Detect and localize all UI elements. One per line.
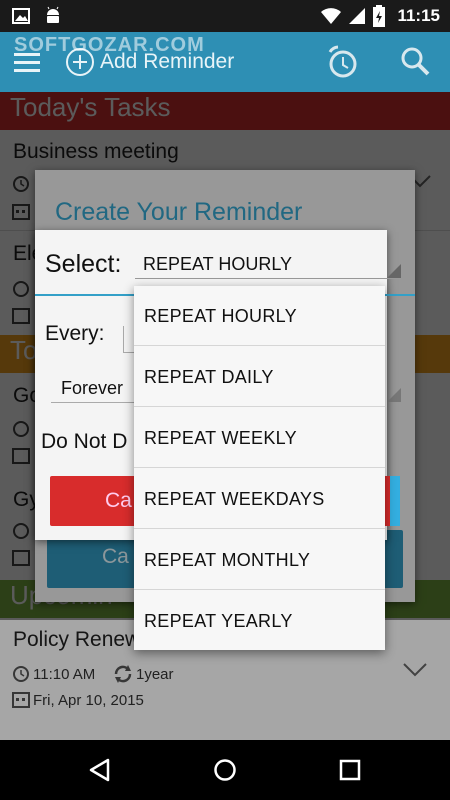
battery-icon	[373, 5, 385, 27]
dropdown-option[interactable]: REPEAT WEEKDAYS	[134, 469, 385, 529]
navigation-bar	[0, 740, 450, 800]
watermark: SOFTGOZAR.COM	[14, 34, 205, 56]
home-icon[interactable]	[213, 758, 237, 782]
forever-underline	[51, 402, 141, 403]
option-label: REPEAT WEEKDAYS	[144, 489, 325, 509]
recents-icon[interactable]	[339, 759, 361, 781]
repeat-select[interactable]: REPEAT HOURLY	[143, 254, 292, 275]
option-label: REPEAT DAILY	[144, 367, 274, 387]
signal-icon	[349, 8, 365, 24]
option-label: REPEAT WEEKLY	[144, 428, 297, 448]
dropdown-arrow-icon[interactable]	[387, 388, 401, 402]
repeat-dropdown: REPEAT HOURLY REPEAT DAILY REPEAT WEEKLY…	[134, 286, 385, 650]
every-label: Every:	[45, 322, 105, 345]
option-label: REPEAT HOURLY	[144, 306, 297, 326]
dropdown-option[interactable]: REPEAT DAILY	[134, 347, 385, 407]
image-icon	[12, 8, 30, 24]
option-label: REPEAT MONTHLY	[144, 550, 311, 570]
alarm-icon[interactable]	[326, 44, 360, 80]
dropdown-option[interactable]: REPEAT YEARLY	[134, 591, 385, 651]
option-label: REPEAT YEARLY	[144, 611, 293, 631]
dropdown-option[interactable]: REPEAT HOURLY	[134, 286, 385, 346]
wifi-icon	[321, 8, 341, 24]
select-label: Select:	[45, 250, 122, 278]
cancel-button-label: Ca	[105, 489, 132, 512]
status-bar: 11:15	[0, 0, 450, 32]
search-icon[interactable]	[400, 46, 430, 76]
dropdown-option[interactable]: REPEAT MONTHLY	[134, 530, 385, 590]
dropdown-option[interactable]: REPEAT WEEKLY	[134, 408, 385, 468]
forever-select[interactable]: Forever	[61, 378, 123, 399]
do-not-disturb-label: Do Not D	[41, 430, 128, 453]
select-underline	[135, 278, 401, 279]
dropdown-arrow-icon[interactable]	[387, 264, 401, 278]
status-time: 11:15	[397, 6, 440, 25]
android-icon	[47, 6, 59, 23]
back-icon[interactable]	[88, 758, 112, 782]
app-bar: Add Reminder SOFTGOZAR.COM	[0, 32, 450, 92]
ok-button[interactable]	[390, 476, 400, 526]
